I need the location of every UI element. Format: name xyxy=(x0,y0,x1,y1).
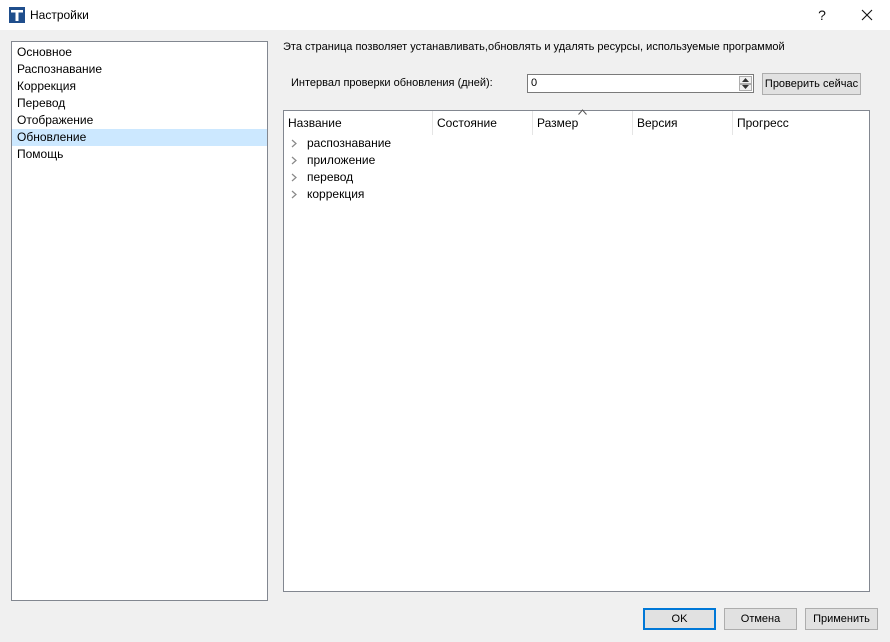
page-description: Эта страница позволяет устанавливать,обн… xyxy=(283,41,785,53)
nav-item-display[interactable]: Отображение xyxy=(12,112,267,129)
interval-label: Интервал проверки обновления (дней): xyxy=(291,77,493,89)
tree-row-label: коррекция xyxy=(307,187,365,201)
spin-buttons xyxy=(739,76,752,91)
ok-button[interactable]: OK xyxy=(643,608,716,630)
check-now-button[interactable]: Проверить сейчас xyxy=(762,73,861,95)
title-bar: Настройки ? xyxy=(0,0,890,30)
tree-header: Название Состояние Размер Версия Прогрес… xyxy=(284,109,869,135)
app-icon xyxy=(9,7,25,23)
chevron-right-icon[interactable] xyxy=(290,156,298,165)
nav-item-general[interactable]: Основное xyxy=(12,44,267,61)
close-button[interactable] xyxy=(844,0,890,30)
resources-tree[interactable]: Название Состояние Размер Версия Прогрес… xyxy=(283,109,870,592)
tree-row-translation[interactable]: перевод xyxy=(284,169,869,186)
nav-item-recognition[interactable]: Распознавание xyxy=(12,61,267,78)
spin-up-button[interactable] xyxy=(739,76,752,84)
column-header-name[interactable]: Название xyxy=(284,111,433,135)
spin-down-button[interactable] xyxy=(739,83,752,91)
interval-value[interactable]: 0 xyxy=(531,77,537,89)
chevron-right-icon[interactable] xyxy=(290,173,298,182)
chevron-right-icon[interactable] xyxy=(290,139,298,148)
nav-item-help[interactable]: Помощь xyxy=(12,146,267,163)
sort-ascending-icon xyxy=(578,109,587,115)
column-header-status[interactable]: Состояние xyxy=(433,111,533,135)
tree-row-label: распознавание xyxy=(307,136,392,150)
tree-row-label: перевод xyxy=(307,170,354,184)
settings-category-list[interactable]: Основное Распознавание Коррекция Перевод… xyxy=(11,41,268,601)
tree-row-label: приложение xyxy=(307,153,376,167)
apply-button[interactable]: Применить xyxy=(805,608,878,630)
window-title: Настройки xyxy=(30,8,89,22)
cancel-button[interactable]: Отмена xyxy=(724,608,797,630)
close-icon xyxy=(861,9,873,21)
tree-row-application[interactable]: приложение xyxy=(284,152,869,169)
nav-item-translation[interactable]: Перевод xyxy=(12,95,267,112)
tree-row-recognition[interactable]: распознавание xyxy=(284,135,869,152)
column-header-version[interactable]: Версия xyxy=(633,111,733,135)
nav-item-correction[interactable]: Коррекция xyxy=(12,78,267,95)
interval-spinbox[interactable]: 0 xyxy=(527,74,754,93)
chevron-right-icon[interactable] xyxy=(290,190,298,199)
triangle-down-icon xyxy=(742,85,749,90)
tree-row-correction[interactable]: коррекция xyxy=(284,186,869,203)
triangle-up-icon xyxy=(742,77,749,82)
help-button[interactable]: ? xyxy=(799,0,845,30)
nav-item-update[interactable]: Обновление xyxy=(12,129,267,146)
column-header-progress[interactable]: Прогресс xyxy=(733,111,869,135)
